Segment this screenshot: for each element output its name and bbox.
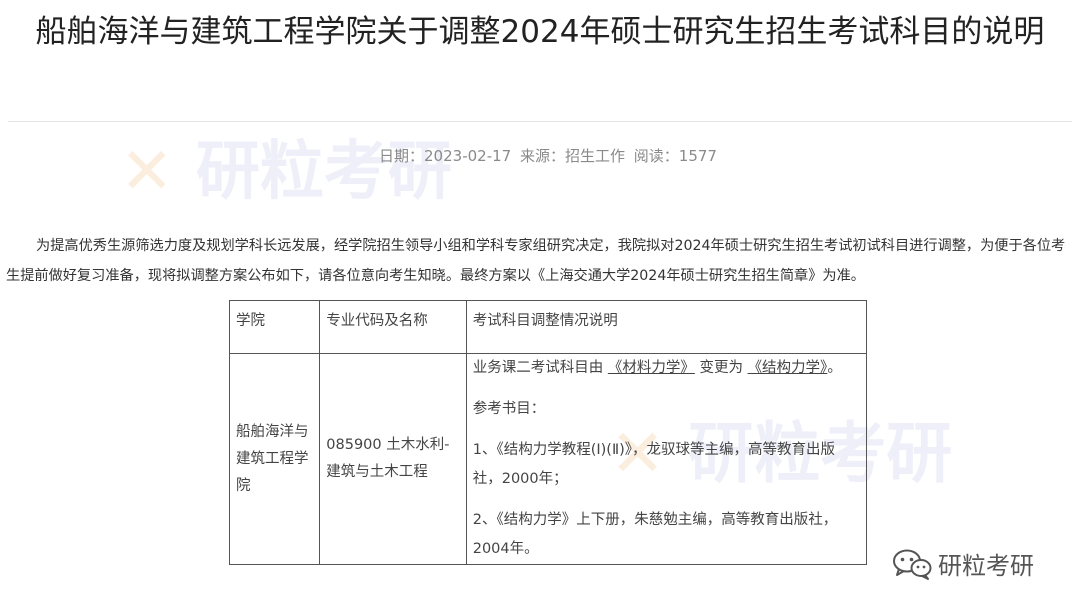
divider (8, 121, 1072, 122)
cell-major: 085900 土木水利-建筑与土木工程 (319, 353, 467, 565)
page-title: 船舶海洋与建筑工程学院关于调整2024年硕士研究生招生考试科目的说明 (35, 14, 1045, 50)
source: 来源：招生工作 (519, 147, 625, 165)
new-subject: 《结构力学》 (747, 360, 828, 376)
header-school: 学院 (228, 300, 321, 354)
adjustment-table: 学院 专业代码及名称 考试科目调整情况说明 船舶海洋与建筑工程学院 085900… (228, 300, 868, 565)
brand-label: 研粒考研 (938, 552, 1034, 580)
page: ✕ 研粒考研 ✕ 研粒考研 船舶海洋与建筑工程学院关于调整2024年硕士研究生招… (0, 0, 1080, 611)
wechat-icon (892, 548, 932, 580)
article-meta: 日期：2023-02-17 来源：招生工作 阅读：1577 (0, 145, 1080, 166)
view-count: 阅读：1577 (633, 147, 717, 165)
watermark: ✕ 研粒考研 (120, 135, 452, 209)
reference-heading: 参考书目： (472, 401, 546, 417)
reference-item-1: 1、《结构力学教程(Ⅰ)(Ⅱ)》，龙驭球等主编，高等教育出版社，2000年； (472, 442, 835, 487)
table-row: 船舶海洋与建筑工程学院 085900 土木水利-建筑与土木工程 业务课二考试科目… (228, 353, 868, 565)
brand-badge: 研粒考研 (892, 546, 1034, 581)
reference-item-2: 2、《结构力学》上下册，朱慈勉主编，高等教育出版社，2004年。 (472, 512, 838, 557)
table-header-row: 学院 专业代码及名称 考试科目调整情况说明 (228, 300, 868, 354)
intro-paragraph: 为提高优秀生源筛选力度及规划学科长远发展，经学院招生领导小组和学科专家组研究决定… (6, 238, 1066, 284)
header-major: 专业代码及名称 (319, 300, 467, 354)
publish-date: 日期：2023-02-17 (379, 147, 512, 165)
header-change: 考试科目调整情况说明 (465, 300, 868, 354)
cell-school: 船舶海洋与建筑工程学院 (228, 353, 321, 565)
cell-change: 业务课二考试科目由 《材料力学》 变更为 《结构力学》。 参考书目： 1、《结构… (465, 353, 868, 565)
old-subject: 《材料力学》 (607, 360, 695, 376)
change-description: 业务课二考试科目由 《材料力学》 变更为 《结构力学》。 (472, 360, 842, 376)
